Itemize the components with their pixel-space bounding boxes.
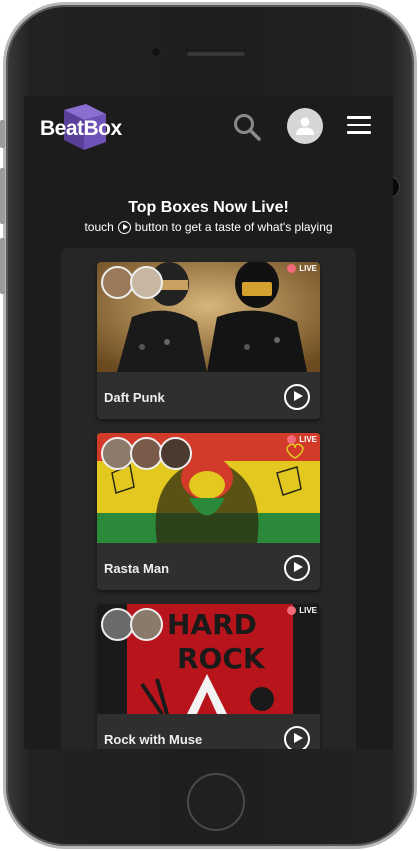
search-icon bbox=[234, 114, 261, 141]
box-card[interactable]: LIVE Daft Punk bbox=[97, 262, 320, 419]
box-card-footer: Daft Punk bbox=[97, 372, 320, 419]
avatar[interactable] bbox=[130, 608, 163, 641]
account-button[interactable] bbox=[287, 108, 323, 144]
box-card-footer: Rock with Muse bbox=[97, 714, 320, 749]
play-button[interactable] bbox=[284, 384, 310, 410]
search-button[interactable] bbox=[232, 112, 262, 142]
svg-text:HARD: HARD bbox=[167, 608, 257, 641]
box-card[interactable]: LIVE Rasta Man bbox=[97, 433, 320, 590]
live-badge: LIVE bbox=[287, 435, 317, 444]
listener-avatars bbox=[101, 266, 163, 299]
live-dot-icon bbox=[287, 264, 297, 273]
listener-avatars bbox=[101, 608, 163, 641]
box-title: Rock with Muse bbox=[104, 732, 203, 747]
menu-button[interactable] bbox=[347, 116, 371, 136]
avatar[interactable] bbox=[159, 437, 192, 470]
live-dot-icon bbox=[287, 435, 297, 444]
home-button[interactable] bbox=[187, 773, 245, 831]
play-button[interactable] bbox=[284, 726, 310, 749]
svg-text:ROCK: ROCK bbox=[177, 642, 266, 675]
box-card[interactable]: HARD ROCK LIVE Rock with Muse bbox=[97, 604, 320, 749]
volume-up-button bbox=[0, 168, 5, 224]
live-badge: LIVE bbox=[287, 606, 317, 615]
page-subtitle: touch button to get a taste of what's pl… bbox=[24, 220, 393, 234]
volume-down-button bbox=[0, 238, 5, 294]
box-cover-image: LIVE bbox=[97, 262, 320, 372]
box-cover-image: HARD ROCK LIVE bbox=[97, 604, 320, 714]
front-camera bbox=[151, 47, 161, 57]
brand-name: BeatBox bbox=[40, 117, 122, 140]
play-button[interactable] bbox=[284, 555, 310, 581]
box-cover-image: LIVE bbox=[97, 433, 320, 543]
listener-avatars bbox=[101, 437, 192, 470]
box-title: Rasta Man bbox=[104, 561, 170, 576]
account-icon bbox=[296, 117, 314, 135]
earpiece-speaker bbox=[186, 50, 246, 56]
app-header: BeatBox bbox=[24, 96, 393, 158]
box-card-footer: Rasta Man bbox=[97, 543, 320, 590]
play-circle-icon bbox=[117, 220, 131, 234]
live-boxes-list: LIVE Daft Punk LIVE Rasta Man HARD ROCK … bbox=[61, 248, 356, 749]
app-screen: BeatBox Top Boxes Now Live! touch button… bbox=[24, 96, 393, 749]
subtitle-prefix: touch bbox=[84, 220, 114, 234]
live-dot-icon bbox=[287, 606, 297, 615]
hamburger-menu-icon bbox=[347, 116, 371, 119]
avatar[interactable] bbox=[130, 266, 163, 299]
subtitle-suffix: button to get a taste of what's playing bbox=[134, 220, 333, 234]
page-title: Top Boxes Now Live! bbox=[128, 199, 289, 216]
box-title: Daft Punk bbox=[104, 390, 165, 405]
mute-switch bbox=[0, 120, 5, 148]
live-badge: LIVE bbox=[287, 264, 317, 273]
brand-logo[interactable]: BeatBox bbox=[38, 102, 138, 152]
